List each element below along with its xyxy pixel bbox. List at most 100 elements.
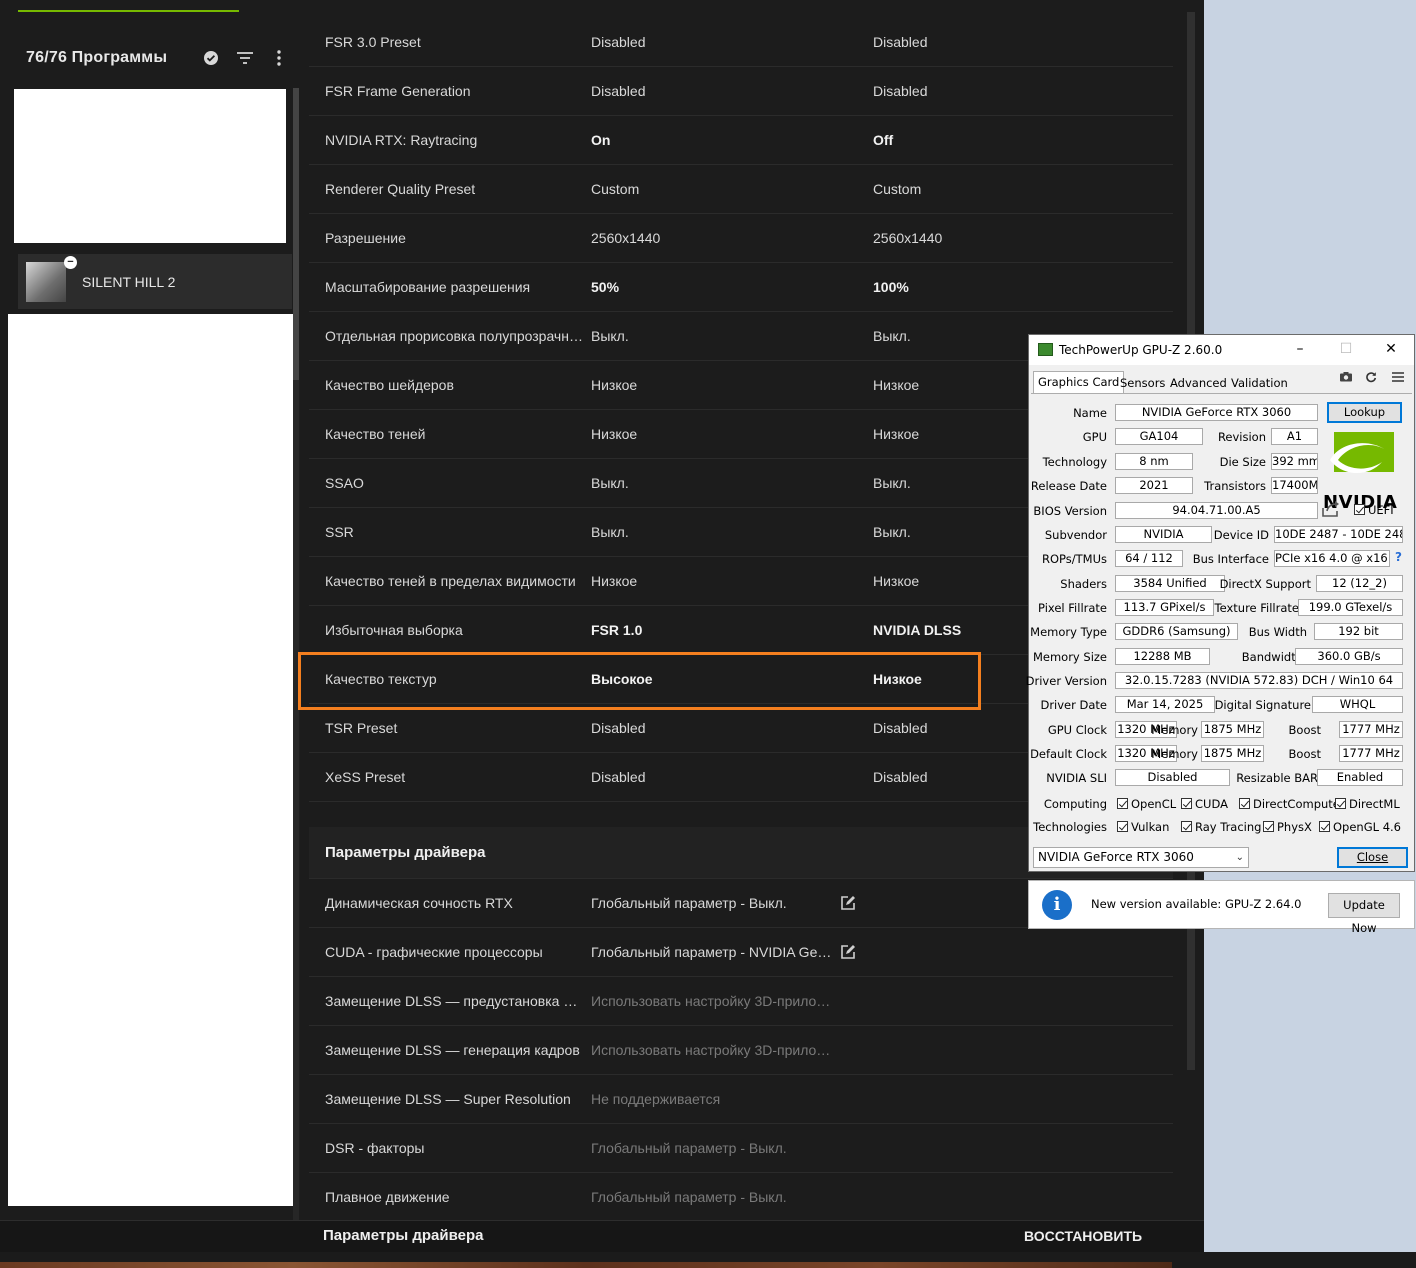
setting-value-optimal: Низкое <box>873 426 920 442</box>
ray-tracing-checkbox[interactable]: Ray Tracing <box>1181 820 1261 834</box>
label-memory-type: Memory Type <box>1030 625 1107 639</box>
setting-name: Качество теней <box>325 426 426 442</box>
gpu-select-value: NVIDIA GeForce RTX 3060 <box>1038 850 1194 864</box>
label-default-memory: Memory <box>1151 747 1198 761</box>
setting-value-optimal: Низкое <box>873 377 920 393</box>
field-shaders: 3584 Unified <box>1115 575 1225 592</box>
gpuz-app-icon <box>1038 343 1053 356</box>
tab-graphics-card[interactable]: Graphics Card <box>1033 371 1125 394</box>
tab-validation[interactable]: Validation <box>1226 373 1293 393</box>
gpu-select-dropdown[interactable]: NVIDIA GeForce RTX 3060 ⌄ <box>1033 847 1249 868</box>
cuda-checkbox[interactable]: CUDA <box>1181 797 1228 811</box>
menu-icon[interactable] <box>1389 371 1407 387</box>
setting-value-current: Выкл. <box>591 524 629 540</box>
driver-setting-row[interactable]: Плавное движение Глобальный параметр - Вы… <box>309 1173 1173 1222</box>
setting-name: NVIDIA RTX: Raytracing <box>325 132 478 148</box>
nvidia-logo-icon <box>1330 432 1394 474</box>
setting-value-optimal: Выкл. <box>873 475 911 491</box>
tab-advanced[interactable]: Advanced <box>1165 373 1232 393</box>
label-revision: Revision <box>1217 430 1266 444</box>
redacted-panel-top <box>14 89 286 243</box>
label-gpu: GPU <box>1082 430 1107 444</box>
directcompute-checkbox[interactable]: DirectCompute <box>1239 797 1340 811</box>
share-icon[interactable] <box>1321 500 1341 518</box>
minimize-icon[interactable]: – <box>1277 335 1323 365</box>
setting-value-current: 2560x1440 <box>591 230 661 246</box>
driver-setting-row[interactable]: Замещение DLSS — Super Resolution Не подд… <box>309 1075 1173 1124</box>
settings-row[interactable]: Разрешение 2560x1440 2560x1440 <box>309 214 1173 263</box>
setting-name: TSR Preset <box>325 720 398 736</box>
sidebar-scrollbar-thumb[interactable] <box>293 88 299 380</box>
directml-checkbox[interactable]: DirectML <box>1335 797 1400 811</box>
field-driver-version: 32.0.15.7283 (NVIDIA 572.83) DCH / Win10… <box>1115 672 1403 689</box>
close-icon[interactable]: ✕ <box>1368 335 1414 365</box>
remove-icon[interactable]: − <box>64 255 77 269</box>
label-technologies: Technologies <box>1033 820 1107 834</box>
settings-row[interactable]: FSR Frame Generation Disabled Disabled <box>309 67 1173 116</box>
opencl-checkbox[interactable]: OpenCL <box>1117 797 1176 811</box>
label-gpu-memory: Memory <box>1151 723 1198 737</box>
settings-row[interactable]: NVIDIA RTX: Raytracing On Off <box>309 116 1173 165</box>
field-directx: 12 (12_2) <box>1316 575 1403 592</box>
setting-value-current: Custom <box>591 181 640 197</box>
field-texture-fillrate: 199.0 GTexel/s <box>1298 599 1403 616</box>
tab-sensors[interactable]: Sensors <box>1115 373 1170 393</box>
driver-setting-row[interactable]: DSR - факторы Глобальный параметр - Выкл. <box>309 1124 1173 1173</box>
uefi-checkbox[interactable]: UEFI <box>1354 503 1394 517</box>
edit-icon[interactable] <box>839 943 857 961</box>
driver-setting-name: DSR - факторы <box>325 1140 425 1156</box>
settings-row[interactable]: Масштабирование разрешения 50% 100% <box>309 263 1173 312</box>
driver-setting-name: Замещение DLSS — Super Resolution <box>325 1091 571 1107</box>
label-bandwidth: Bandwidth <box>1241 650 1303 664</box>
desktop-wallpaper-strip <box>0 1262 1172 1268</box>
setting-value-current: Низкое <box>591 426 638 442</box>
field-bandwidth: 360.0 GB/s <box>1295 648 1403 665</box>
setting-name: SSR <box>325 524 354 540</box>
verify-icon[interactable] <box>201 48 221 68</box>
driver-setting-row[interactable]: CUDA - графические процессоры Глобальный … <box>309 928 1173 977</box>
lookup-button[interactable]: Lookup <box>1327 402 1402 423</box>
driver-setting-row[interactable]: Замещение DLSS — генерация кадров Использ… <box>309 1026 1173 1075</box>
bus-help-icon[interactable]: ? <box>1395 550 1402 564</box>
setting-value-optimal: Disabled <box>873 769 928 785</box>
vulkan-checkbox[interactable]: Vulkan <box>1117 820 1169 834</box>
edit-icon[interactable] <box>839 894 857 912</box>
driver-setting-row[interactable]: Замещение DLSS — предустановка модели Исп… <box>309 977 1173 1026</box>
driver-setting-name: Замещение DLSS — предустановка модели <box>325 993 585 1009</box>
field-memory-size: 12288 MB <box>1115 648 1210 665</box>
field-driver-date: Mar 14, 2025 <box>1115 696 1215 713</box>
setting-name: Renderer Quality Preset <box>325 181 476 197</box>
setting-name: SSAO <box>325 475 364 491</box>
driver-setting-name: Динамическая сочность RTX <box>325 895 513 911</box>
field-subvendor: NVIDIA <box>1115 526 1212 543</box>
update-notification: i New version available: GPU-Z 2.64.0 Up… <box>1028 880 1415 935</box>
setting-value-current: 50% <box>591 279 620 295</box>
filter-icon[interactable] <box>235 48 255 68</box>
camera-icon[interactable] <box>1337 371 1355 387</box>
restore-button[interactable]: ВОССТАНОВИТЬ <box>1024 1221 1142 1251</box>
setting-value-current: Disabled <box>591 83 646 99</box>
setting-name: FSR 3.0 Preset <box>325 34 421 50</box>
opengl-checkbox[interactable]: OpenGL 4.6 <box>1319 820 1401 834</box>
more-options-icon[interactable] <box>269 48 289 68</box>
settings-row[interactable]: Renderer Quality Preset Custom Custom <box>309 165 1173 214</box>
label-subvendor: Subvendor <box>1044 528 1107 542</box>
physx-checkbox[interactable]: PhysX <box>1263 820 1312 834</box>
setting-value-optimal: Disabled <box>873 34 928 50</box>
maximize-icon[interactable]: ☐ <box>1323 335 1369 365</box>
label-driver-version: Driver Version <box>1025 674 1107 688</box>
setting-value-optimal: 2560x1440 <box>873 230 943 246</box>
setting-name: Масштабирование разрешения <box>325 279 531 295</box>
update-now-button[interactable]: Update Now <box>1328 893 1400 935</box>
field-die-size: 392 mm² <box>1271 453 1318 470</box>
settings-row[interactable]: FSR 3.0 Preset Disabled Disabled <box>309 18 1173 67</box>
driver-setting-value: Не поддерживается <box>591 1091 721 1107</box>
setting-value-current: Disabled <box>591 34 646 50</box>
refresh-icon[interactable] <box>1362 371 1380 387</box>
setting-value-optimal: NVIDIA DLSS <box>873 622 962 638</box>
label-bus-interface: Bus Interface <box>1192 552 1269 566</box>
setting-value-current: Низкое <box>591 377 638 393</box>
close-button[interactable]: Close <box>1337 847 1408 868</box>
sidebar-game-item[interactable]: − SILENT HILL 2 <box>18 254 292 309</box>
label-gpu-clock: GPU Clock <box>1047 723 1107 737</box>
